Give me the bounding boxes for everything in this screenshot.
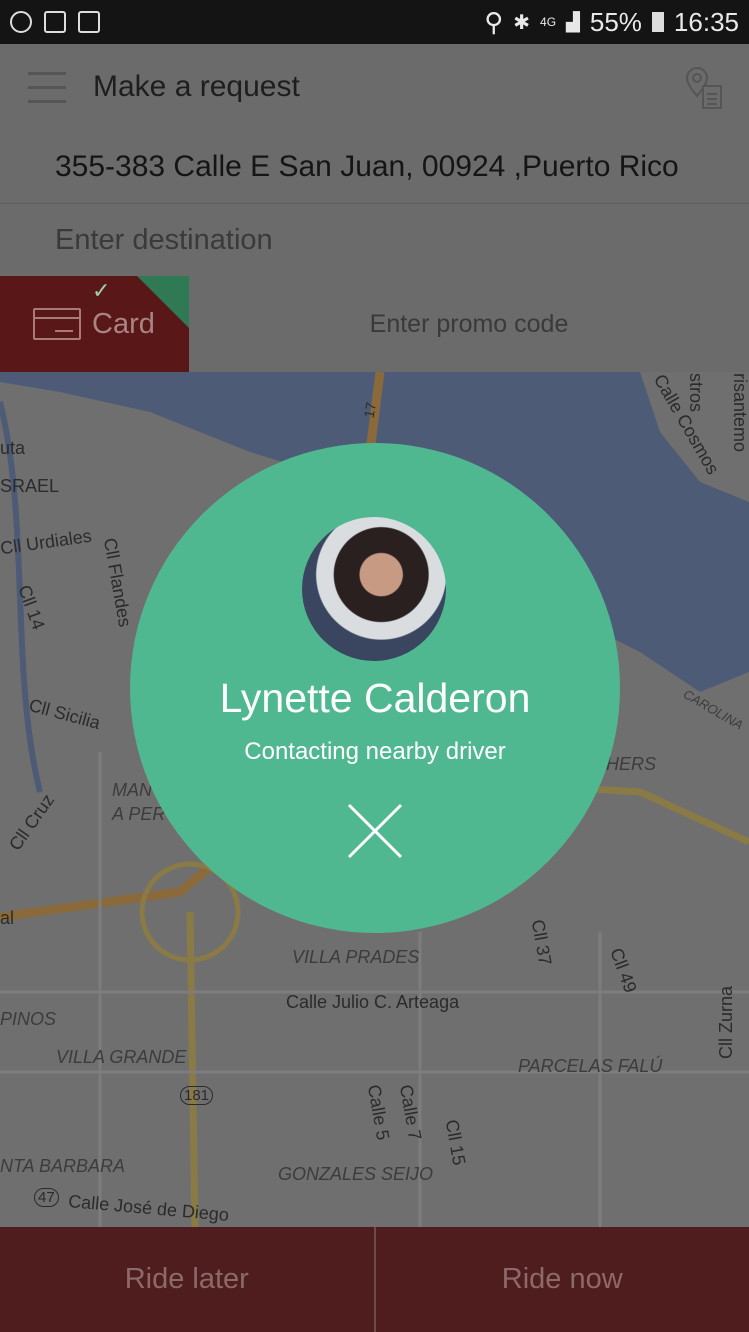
driver-name: Lynette Calderon (219, 675, 531, 721)
map-label: Calle Julio C. Arteaga (286, 992, 460, 1012)
driver-status: Contacting nearby driver (244, 738, 506, 765)
battery-icon (651, 12, 664, 32)
image-notification-icon (44, 11, 66, 33)
map-label: VILLA GRANDE (56, 1047, 187, 1067)
map-label: risantemo (730, 372, 749, 453)
menu-icon[interactable] (28, 72, 66, 104)
payment-row: ✓ Card Enter promo code (0, 276, 749, 372)
map-label: PARCELAS FALÚ (518, 1056, 663, 1076)
pickup-field[interactable]: 355-383 Calle E San Juan, 00924 ,Puerto … (0, 132, 749, 204)
map-label: uta (0, 438, 26, 458)
location-icon: ⚲ (484, 6, 504, 37)
check-icon: ✓ (92, 278, 111, 303)
map-label: MAN (112, 780, 152, 800)
ride-later-button[interactable]: Ride later (0, 1227, 374, 1332)
app-header: Make a request (0, 44, 749, 132)
route-label: 17 (360, 400, 380, 420)
map-label: A PER (112, 804, 166, 824)
destination-placeholder: Enter destination (55, 224, 273, 256)
card-payment-button[interactable]: ✓ Card (0, 276, 189, 372)
network-label: 4G (540, 15, 557, 29)
camera-notification-icon (10, 11, 32, 33)
promo-code-input[interactable]: Enter promo code (189, 276, 749, 372)
route-shield: 47 (34, 1188, 59, 1207)
signal-icon: ▟ (566, 11, 580, 32)
driver-search-dialog: Lynette Calderon Contacting nearby drive… (130, 443, 620, 933)
map-label: GONZALES SEIJO (278, 1164, 434, 1184)
battery-percent: 55% (589, 6, 642, 37)
map-label: PINOS (0, 1009, 57, 1029)
map-label: Cll Zurna (716, 985, 737, 1060)
destination-input[interactable]: Enter destination (0, 204, 749, 276)
ride-now-button[interactable]: Ride now (373, 1227, 749, 1332)
map-label: VILLA PRADES (292, 947, 420, 967)
mail-notification-icon (78, 11, 100, 33)
ride-actions: Ride later Ride now (0, 1227, 749, 1332)
location-list-icon[interactable] (683, 66, 725, 110)
page-title: Make a request (93, 70, 300, 103)
card-label: Card (92, 308, 155, 340)
map-label: NTA BARBARA (0, 1156, 126, 1176)
credit-card-icon (33, 308, 81, 340)
map-label: stros (686, 372, 707, 413)
bluetooth-icon: ✱ (513, 11, 531, 34)
map-label: SRAEL (0, 476, 60, 496)
map-label: al (0, 908, 15, 928)
pickup-address: 355-383 Calle E San Juan, 00924 ,Puerto … (55, 150, 679, 183)
status-bar: ⚲ ✱ 4G ▟ 55% 16:35 (0, 0, 749, 44)
driver-avatar (302, 517, 446, 661)
route-shield: 181 (180, 1086, 214, 1105)
clock: 16:35 (673, 6, 739, 37)
cancel-request-button[interactable] (345, 801, 405, 861)
